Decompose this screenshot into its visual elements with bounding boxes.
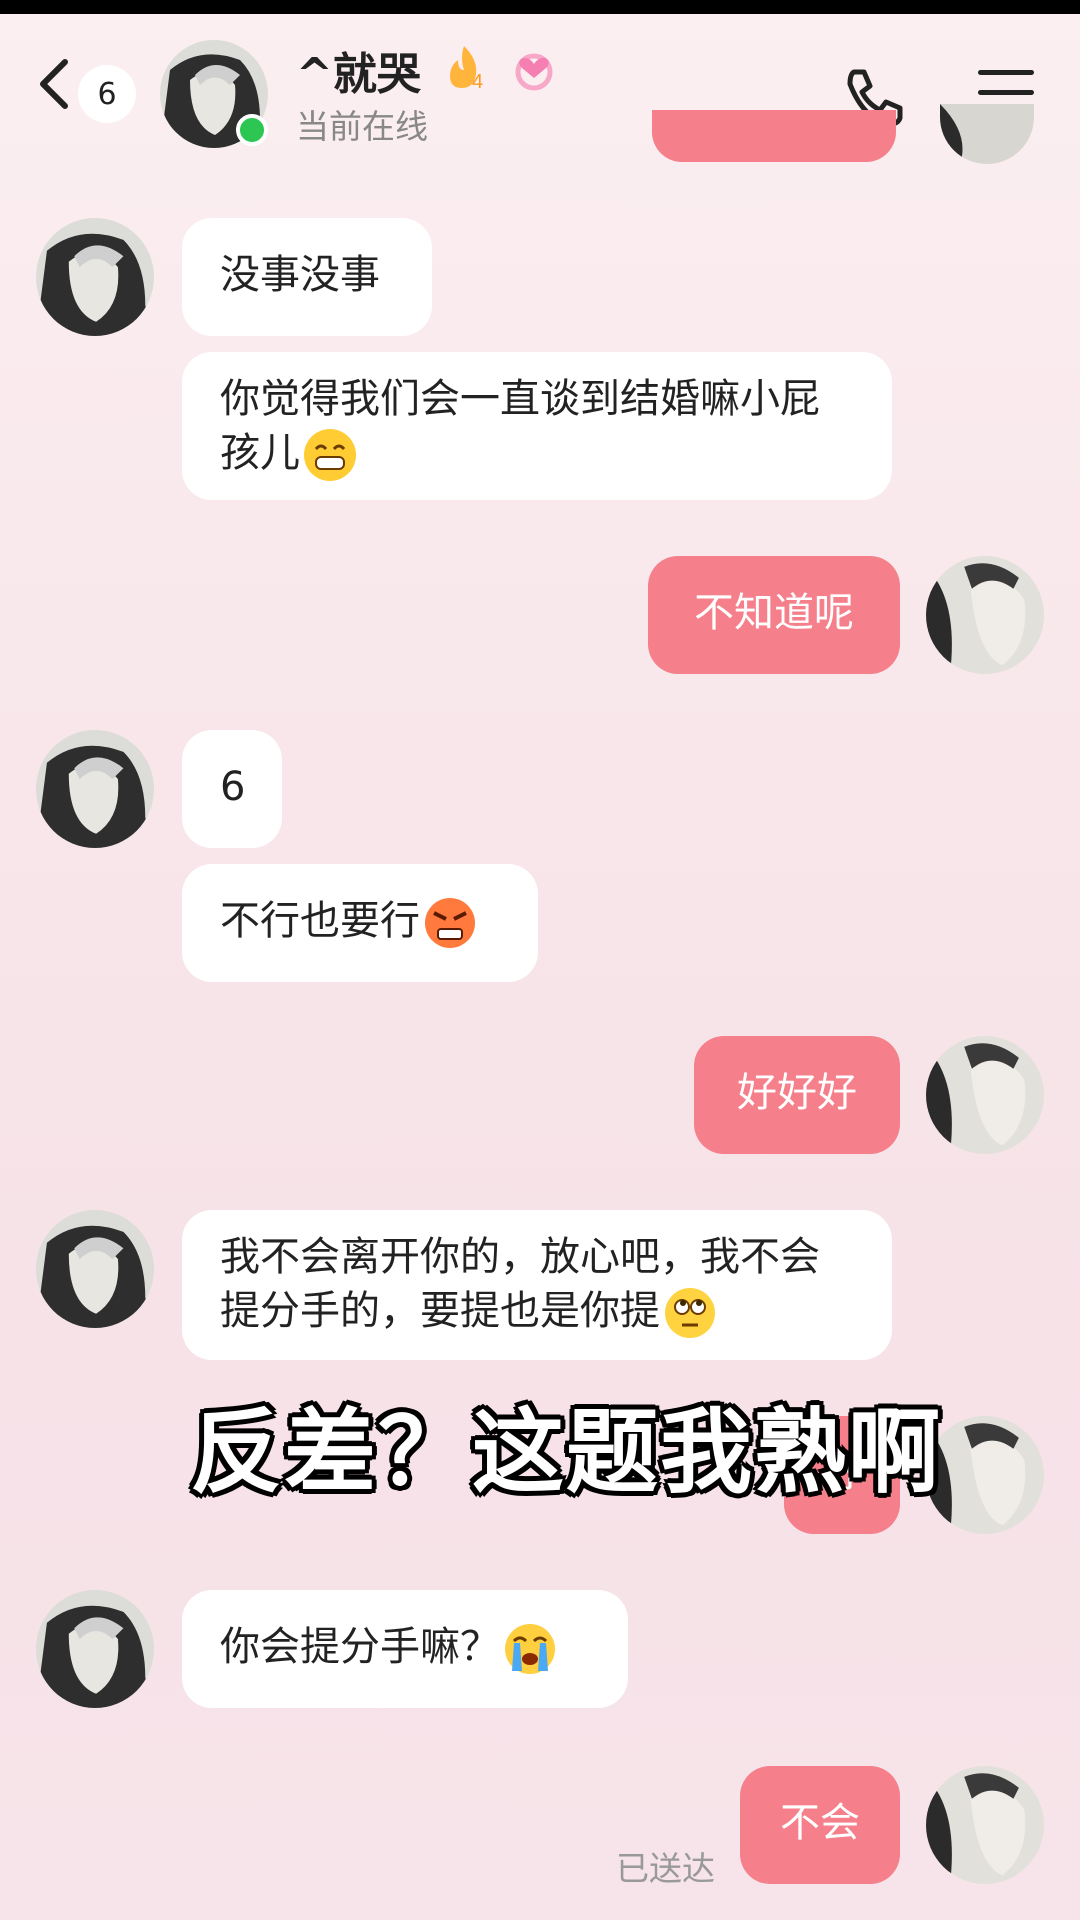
video-caption-overlay: 反差？这题我熟啊 [190, 1399, 943, 1506]
contact-avatar[interactable] [36, 1210, 154, 1328]
online-indicator [236, 114, 268, 146]
avatar-image [926, 556, 1044, 674]
online-status: 当前在线 [296, 107, 428, 146]
pink-heart-ring-icon [515, 53, 553, 91]
avatar-image [36, 730, 154, 848]
avatar-image [926, 1766, 1044, 1884]
incoming-message-bubble[interactable]: 不行也要行 [182, 864, 538, 982]
contact-avatar[interactable] [36, 730, 154, 848]
contact-avatar[interactable] [36, 1590, 154, 1708]
eye-roll-face-icon [664, 1287, 716, 1339]
chat-header: 6 ^就哭 4 当前在线 [0, 14, 1080, 148]
message-text: 不会 [780, 1800, 860, 1846]
avatar-image [36, 1590, 154, 1708]
avatar-image [926, 1036, 1044, 1154]
message-text: 好好好 [737, 1070, 857, 1116]
incoming-message-bubble[interactable]: 6 [182, 730, 282, 848]
avatar-image [940, 104, 1034, 164]
contact-avatar[interactable] [36, 218, 154, 336]
grinning-face-icon [304, 429, 356, 481]
incoming-message-bubble[interactable]: 你觉得我们会一直谈到结婚嘛小屁孩儿 [182, 352, 892, 500]
my-avatar[interactable] [940, 104, 1034, 164]
my-avatar[interactable] [926, 556, 1044, 674]
menu-line [978, 90, 1034, 95]
message-text: 不行也要行 [220, 898, 420, 944]
avatar-image [926, 1416, 1044, 1534]
outgoing-message-bubble[interactable]: 好好好 [694, 1036, 900, 1154]
incoming-message-bubble[interactable]: 我不会离开你的，放心吧，我不会提分手的，要提也是你提 [182, 1210, 892, 1360]
outgoing-message-bubble[interactable]: 不会 [740, 1766, 900, 1884]
my-avatar[interactable] [926, 1036, 1044, 1154]
avatar-image [36, 218, 154, 336]
menu-line [978, 70, 1034, 75]
status-bar-strip [0, 0, 1080, 14]
outgoing-message-bubble[interactable]: 不知道呢 [648, 556, 900, 674]
message-text: 不知道呢 [694, 590, 854, 636]
message-text: 你会提分手嘛？ [220, 1624, 500, 1670]
previous-outgoing-bubble[interactable] [652, 110, 896, 162]
fire-streak-icon: 4 [450, 46, 483, 93]
contact-name[interactable]: ^就哭 [296, 38, 421, 102]
chevron-left-icon [40, 59, 68, 109]
unread-count-badge: 6 [78, 65, 136, 123]
back-button[interactable] [30, 52, 80, 116]
incoming-message-bubble[interactable]: 没事没事 [182, 218, 432, 336]
incoming-message-bubble[interactable]: 你会提分手嘛？ [182, 1590, 628, 1708]
avatar-image [36, 1210, 154, 1328]
message-text: 没事没事 [220, 252, 380, 298]
my-avatar[interactable] [926, 1766, 1044, 1884]
delivery-status: 已送达 [616, 1849, 715, 1888]
message-text: 6 [220, 764, 246, 810]
message-text: 我不会离开你的，放心吧，我不会提分手的，要提也是你提 [220, 1234, 820, 1334]
crying-face-icon [504, 1623, 556, 1675]
angry-face-icon [424, 897, 476, 949]
my-avatar[interactable] [926, 1416, 1044, 1534]
fire-level: 4 [472, 71, 483, 93]
